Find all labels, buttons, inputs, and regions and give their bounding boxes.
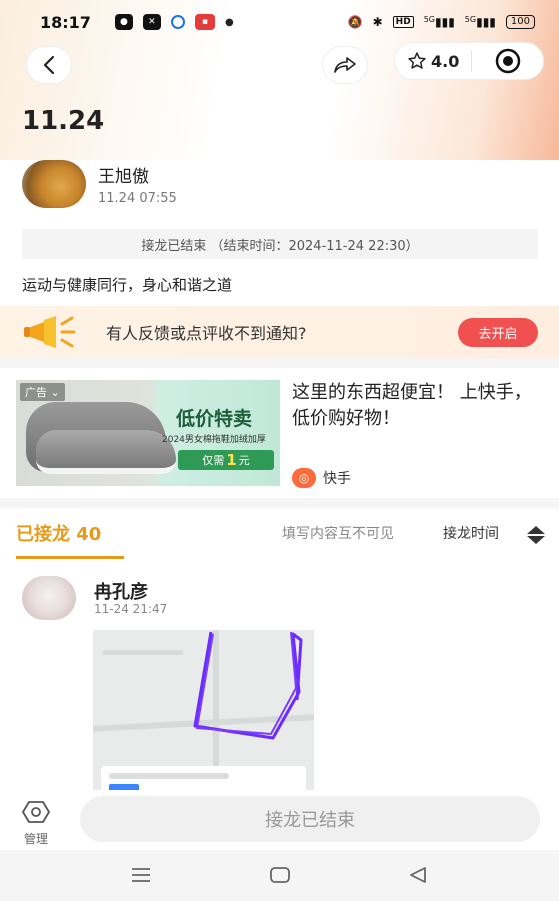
- author-block: 王旭傲 11.24 07:55: [22, 160, 177, 208]
- entry-image[interactable]: [93, 630, 314, 790]
- rating-button[interactable]: 4.0: [395, 51, 471, 71]
- share-icon: [334, 57, 356, 73]
- star-icon: [408, 52, 426, 69]
- manage-button[interactable]: 管理: [20, 800, 52, 847]
- megaphone-icon: [24, 316, 76, 348]
- manage-label: 管理: [23, 832, 48, 846]
- target-icon: [495, 48, 520, 74]
- signal-icon-2: 5G▮▮▮: [464, 15, 496, 29]
- chevron-left-icon: [43, 55, 55, 75]
- more-dot-icon: ●: [224, 16, 234, 28]
- eye-button[interactable]: [472, 47, 543, 75]
- entry-time: 11-24 21:47: [94, 602, 168, 616]
- wechat-icon: ●: [114, 14, 133, 30]
- enable-notification-button[interactable]: 去开启: [458, 318, 538, 347]
- kuaishou-icon: ◎: [292, 468, 316, 488]
- map-card-bar: [109, 773, 229, 779]
- home-icon[interactable]: [269, 866, 291, 884]
- tab-joined[interactable]: 已接龙 40: [16, 520, 101, 546]
- author-name: 王旭傲: [98, 167, 149, 187]
- bluetooth-icon: ✱: [372, 15, 383, 29]
- status-time: 18:17: [40, 12, 91, 32]
- ad-image[interactable]: 广告 ⌄ 低价特卖 2024男女棉拖鞋加绒加厚 仅需 1 元: [16, 380, 280, 486]
- mini-program-capsule: 4.0: [394, 42, 544, 80]
- author-info: 王旭傲 11.24 07:55: [98, 162, 177, 206]
- notification-banner[interactable]: 有人反馈或点评收不到通知? 去开启: [0, 306, 559, 358]
- settings-hexagon-icon: [22, 801, 50, 823]
- status-app-icons: ● ✕ ▪ ●: [114, 14, 234, 30]
- ad-image-price: 仅需 1 元: [178, 450, 274, 470]
- entry-avatar[interactable]: [22, 576, 76, 620]
- back-triangle-icon[interactable]: [407, 866, 429, 884]
- section-divider: [0, 498, 559, 508]
- status-bar: 18:17 ● ✕ ▪ ● 🔕 ✱ HD 5G▮▮▮ 5G▮▮▮ 100: [0, 0, 559, 44]
- rating-value: 4.0: [431, 51, 460, 71]
- end-time-notice: 接龙已结束 （结束时间：2024-11-24 22:30）: [22, 229, 538, 259]
- author-time: 11.24 07:55: [98, 191, 177, 206]
- author-avatar[interactable]: [22, 160, 86, 208]
- mute-icon: 🔕: [347, 15, 363, 29]
- circle-app-icon: [170, 15, 185, 29]
- battery-icon: 100: [505, 15, 535, 29]
- slipper-image-front: [36, 430, 176, 474]
- ad-tag[interactable]: 广告 ⌄: [20, 383, 65, 401]
- entries-toolbar: 已接龙 40 填写内容互不可见 接龙时间: [0, 520, 559, 560]
- post-description: 运动与健康同行，身心和谐之道: [22, 276, 233, 294]
- sort-by-time-button[interactable]: 接龙时间: [443, 523, 499, 543]
- ad-copy[interactable]: 这里的东西超便宜！ 上快手，低价购好物！: [292, 380, 542, 432]
- page-title: 11.24: [22, 106, 105, 136]
- notice-text: 有人反馈或点评收不到通知?: [106, 324, 307, 343]
- entry-name: 冉孔彦: [94, 582, 148, 603]
- map-info-card: [101, 766, 306, 790]
- section-divider: [0, 358, 559, 368]
- sort-icon[interactable]: [525, 524, 547, 546]
- signal-icon-1: 5G▮▮▮: [423, 15, 455, 29]
- capcut-icon: ✕: [142, 14, 161, 30]
- ad-image-subtitle: 2024男女棉拖鞋加绒加厚: [162, 435, 266, 445]
- entry-item: 冉孔彦 11-24 21:47: [22, 576, 167, 620]
- ended-button[interactable]: 接龙已结束: [80, 796, 540, 842]
- red-app-icon: ▪: [194, 14, 215, 30]
- visibility-hint: 填写内容互不可见: [282, 526, 394, 542]
- nav-bar: 4.0: [0, 42, 559, 86]
- status-indicators: 🔕 ✱ HD 5G▮▮▮ 5G▮▮▮ 100: [348, 15, 535, 29]
- ad-image-headline: 低价特卖: [176, 408, 253, 430]
- ad-brand[interactable]: ◎ 快手: [292, 468, 351, 488]
- system-nav-bar: [0, 850, 559, 901]
- share-button[interactable]: [322, 46, 368, 84]
- hd-badge: HD: [392, 16, 414, 28]
- ad-card[interactable]: 广告 ⌄ 低价特卖 2024男女棉拖鞋加绒加厚 仅需 1 元 这里的东西超便宜！…: [0, 368, 559, 498]
- back-button[interactable]: [26, 46, 72, 84]
- menu-icon[interactable]: [130, 866, 152, 884]
- tab-underline: [16, 556, 124, 559]
- bottom-bar: 管理 接龙已结束: [0, 790, 559, 850]
- ad-brand-name: 快手: [323, 471, 351, 487]
